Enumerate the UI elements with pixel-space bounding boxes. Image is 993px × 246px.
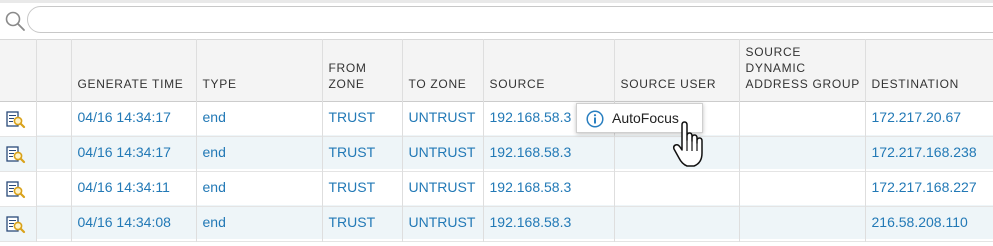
cell-source-dag[interactable] bbox=[739, 99, 866, 135]
column-header-source-dynamic-address-group[interactable]: SOURCE DYNAMIC ADDRESS GROUP bbox=[739, 39, 866, 102]
cell-type[interactable]: end bbox=[196, 99, 323, 135]
log-detail-icon bbox=[6, 181, 26, 199]
cell-type[interactable]: end bbox=[196, 169, 323, 205]
cell-destination[interactable]: 216.58.208.110 bbox=[865, 204, 993, 240]
autofocus-label: AutoFocus bbox=[612, 110, 679, 126]
column-header-source[interactable]: SOURCE bbox=[483, 39, 615, 102]
cell-source-dag[interactable] bbox=[739, 169, 866, 205]
hand-cursor-icon bbox=[672, 121, 703, 167]
search-icon[interactable] bbox=[4, 10, 26, 32]
info-icon bbox=[586, 110, 604, 128]
cell-source[interactable]: 192.168.58.3 bbox=[483, 134, 615, 170]
cell-source-dag[interactable] bbox=[739, 134, 866, 170]
log-detail-icon bbox=[6, 216, 26, 234]
log-detail-cell[interactable] bbox=[0, 136, 37, 172]
cell-generate-time[interactable]: 04/16 14:34:11 bbox=[71, 169, 197, 205]
cell-from-zone[interactable]: TRUST bbox=[322, 204, 403, 240]
cell-source-user[interactable] bbox=[614, 169, 740, 205]
cell-from-zone[interactable]: TRUST bbox=[322, 99, 403, 135]
cell-from-zone[interactable]: TRUST bbox=[322, 134, 403, 170]
log-detail-cell[interactable] bbox=[0, 101, 37, 137]
cell-to-zone[interactable]: UNTRUST bbox=[402, 169, 484, 205]
blank-cell bbox=[36, 99, 72, 135]
log-detail-icon bbox=[6, 146, 26, 164]
log-detail-cell[interactable] bbox=[0, 171, 37, 207]
table-row[interactable]: 04/16 14:34:17 end TRUST UNTRUST 192.168.58.… bbox=[0, 99, 993, 137]
cell-destination[interactable]: 172.217.168.238 bbox=[865, 134, 993, 170]
cell-type[interactable]: end bbox=[196, 134, 323, 170]
column-header-to-zone[interactable]: TO ZONE bbox=[402, 39, 484, 102]
cell-to-zone[interactable]: UNTRUST bbox=[402, 134, 484, 170]
traffic-log-table: GENERATE TIME TYPE FROM ZONE TO ZONE SOU… bbox=[0, 39, 993, 242]
cell-source[interactable]: 192.168.58.3 bbox=[483, 169, 615, 205]
table-row[interactable]: 04/16 14:34:11 end TRUST UNTRUST 192.168.58.… bbox=[0, 169, 993, 207]
cell-generate-time[interactable]: 04/16 14:34:17 bbox=[71, 99, 197, 135]
cell-source-dag[interactable] bbox=[739, 204, 866, 240]
cell-generate-time[interactable]: 04/16 14:34:17 bbox=[71, 134, 197, 170]
column-header-detail bbox=[0, 39, 37, 102]
column-header-source-user[interactable]: SOURCE USER bbox=[614, 39, 740, 102]
cell-from-zone[interactable]: TRUST bbox=[322, 169, 403, 205]
column-header-generate-time[interactable]: GENERATE TIME bbox=[71, 39, 197, 102]
table-row[interactable]: 04/16 14:34:08 end TRUST UNTRUST 192.168.58.… bbox=[0, 204, 993, 242]
cell-to-zone[interactable]: UNTRUST bbox=[402, 99, 484, 135]
log-detail-icon bbox=[6, 111, 26, 129]
cell-type[interactable]: end bbox=[196, 204, 323, 240]
log-detail-cell[interactable] bbox=[0, 206, 37, 242]
search-input[interactable] bbox=[27, 6, 993, 33]
column-header-from-zone[interactable]: FROM ZONE bbox=[322, 39, 403, 102]
cell-source[interactable]: 192.168.58.3 bbox=[483, 204, 615, 240]
cell-generate-time[interactable]: 04/16 14:34:08 bbox=[71, 204, 197, 240]
cell-destination[interactable]: 172.217.168.227 bbox=[865, 169, 993, 205]
column-header-blank bbox=[36, 39, 72, 102]
table-row[interactable]: 04/16 14:34:17 end TRUST UNTRUST 192.168.58.… bbox=[0, 134, 993, 172]
table-header-row: GENERATE TIME TYPE FROM ZONE TO ZONE SOU… bbox=[0, 39, 993, 102]
cell-destination[interactable]: 172.217.20.67 bbox=[865, 99, 993, 135]
column-header-type[interactable]: TYPE bbox=[196, 39, 323, 102]
column-header-destination[interactable]: DESTINATION bbox=[865, 39, 993, 102]
search-bar bbox=[0, 0, 993, 36]
cell-to-zone[interactable]: UNTRUST bbox=[402, 204, 484, 240]
blank-cell bbox=[36, 169, 72, 205]
cell-source-user[interactable] bbox=[614, 204, 740, 240]
blank-cell bbox=[36, 204, 72, 240]
blank-cell bbox=[36, 134, 72, 170]
